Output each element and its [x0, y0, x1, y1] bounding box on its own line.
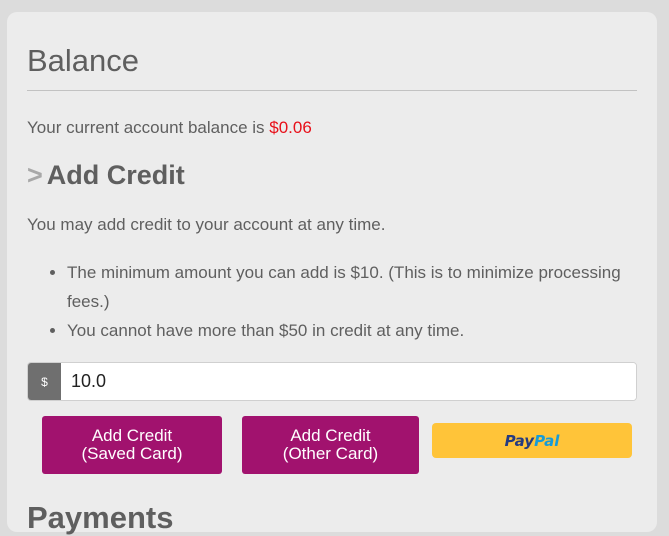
amount-input[interactable]: [61, 363, 636, 400]
title-divider: [27, 90, 637, 91]
balance-amount: $0.06: [269, 118, 312, 137]
chevron-right-icon: >: [27, 160, 43, 190]
balance-label: Your current account balance is: [27, 118, 270, 137]
page-title: Balance: [27, 43, 140, 78]
add-credit-saved-card-button[interactable]: Add Credit (Saved Card): [42, 416, 222, 474]
payments-heading: Payments: [27, 500, 174, 535]
button-label-line1: Add Credit: [91, 426, 173, 445]
button-label-line2: (Saved Card): [81, 444, 183, 463]
button-label-line2: (Other Card): [282, 444, 379, 463]
list-item: The minimum amount you can add is $10. (…: [67, 258, 627, 316]
amount-input-group: $: [27, 362, 637, 401]
paypal-button[interactable]: Pay Pal: [432, 423, 632, 458]
button-label-line1: Add Credit: [290, 426, 371, 445]
credit-rules-list: The minimum amount you can add is $10. (…: [47, 258, 627, 345]
paypal-logo-pal: Pal: [534, 431, 560, 450]
currency-addon: $: [28, 363, 61, 400]
list-item: You cannot have more than $50 in credit …: [67, 316, 627, 345]
add-credit-heading: > Add Credit: [27, 160, 185, 191]
add-credit-title: Add Credit: [46, 160, 185, 190]
balance-line: Your current account balance is $0.06: [27, 118, 312, 138]
paypal-logo-pay: Pay: [504, 431, 535, 450]
add-credit-intro: You may add credit to your account at an…: [27, 215, 386, 234]
add-credit-other-card-button[interactable]: Add Credit (Other Card): [242, 416, 419, 474]
balance-card: Balance Your current account balance is …: [7, 12, 657, 535]
